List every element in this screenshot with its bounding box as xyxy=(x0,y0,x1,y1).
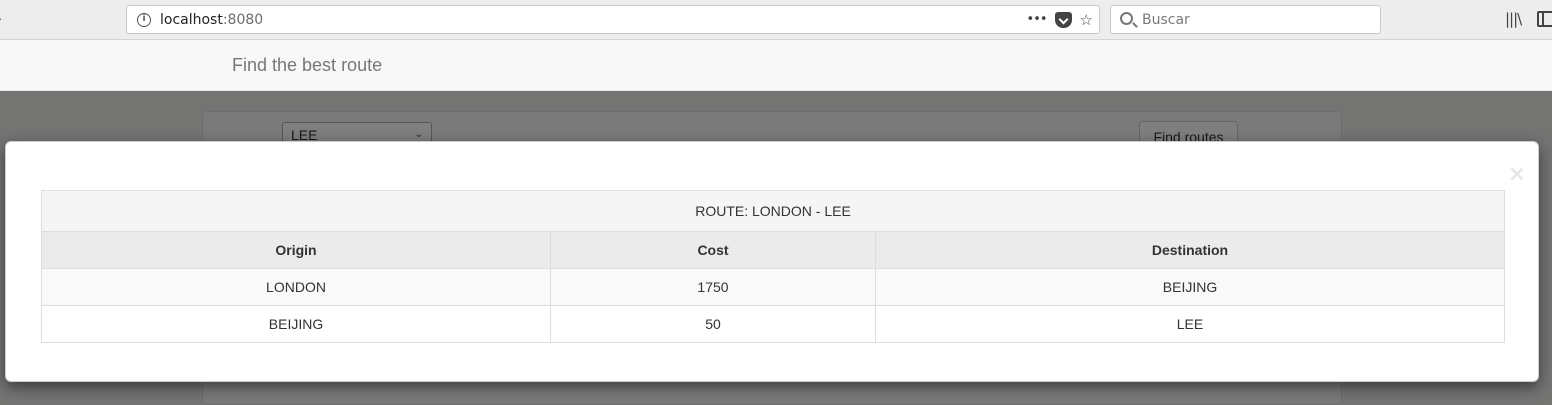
table-row: BEIJING 50 LEE xyxy=(41,305,1505,343)
cell-cost: 1750 xyxy=(550,268,876,306)
url-port: :8080 xyxy=(222,12,264,28)
info-icon[interactable]: i xyxy=(137,13,151,27)
url-host: localhost xyxy=(160,12,223,28)
route-title: ROUTE: LONDON - LEE xyxy=(41,190,1505,232)
table-header-row: Origin Cost Destination xyxy=(41,231,1505,269)
cell-destination: LEE xyxy=(875,305,1505,343)
page-actions-icon[interactable]: ••• xyxy=(1027,10,1048,30)
route-modal: × ROUTE: LONDON - LEE Origin Cost Destin… xyxy=(5,141,1539,382)
column-header-cost: Cost xyxy=(550,231,876,269)
cell-destination: BEIJING xyxy=(875,268,1505,306)
route-title-row: ROUTE: LONDON - LEE xyxy=(41,190,1505,232)
browser-search-box[interactable] xyxy=(1110,5,1381,34)
search-input[interactable] xyxy=(1142,10,1372,30)
browser-toolbar: › i localhost:8080 ••• ☆ |||\ xyxy=(0,0,1552,40)
app-navbar: Find the best route xyxy=(0,40,1552,91)
cell-origin: LONDON xyxy=(41,268,551,306)
column-header-origin: Origin xyxy=(41,231,551,269)
cell-cost: 50 xyxy=(550,305,876,343)
bookmark-star-icon[interactable]: ☆ xyxy=(1080,10,1093,30)
navbar-brand[interactable]: Find the best route xyxy=(232,55,382,76)
sidebar-icon[interactable] xyxy=(1537,11,1552,27)
overflow-icon[interactable]: › xyxy=(0,12,2,26)
route-table: ROUTE: LONDON - LEE Origin Cost Destinat… xyxy=(41,190,1505,343)
search-icon xyxy=(1120,12,1133,25)
address-text[interactable]: localhost:8080 xyxy=(160,12,263,28)
address-bar-actions: ••• ☆ xyxy=(1027,10,1093,30)
table-row: LONDON 1750 BEIJING xyxy=(41,268,1505,306)
cell-origin: BEIJING xyxy=(41,305,551,343)
pocket-icon[interactable] xyxy=(1054,12,1072,28)
address-bar[interactable]: i localhost:8080 ••• ☆ xyxy=(126,5,1100,34)
column-header-destination: Destination xyxy=(875,231,1505,269)
close-button[interactable]: × xyxy=(1506,162,1528,188)
library-icon[interactable]: |||\ xyxy=(1505,10,1522,28)
